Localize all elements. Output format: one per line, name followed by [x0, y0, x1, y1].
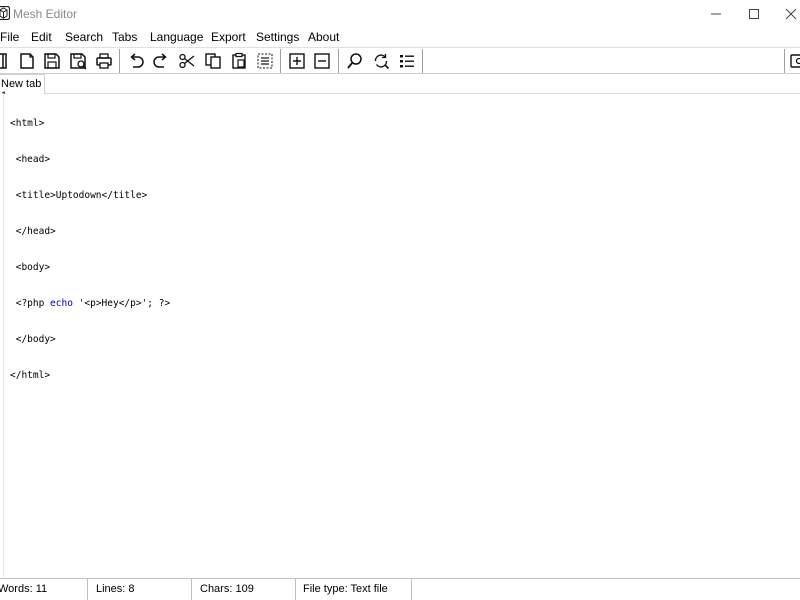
replace-button[interactable]: [370, 51, 392, 71]
save-as-button[interactable]: [67, 51, 89, 71]
menu-export[interactable]: Export: [211, 30, 246, 44]
maximize-icon: [749, 8, 759, 19]
cut-icon: [179, 53, 195, 69]
copy-icon: [205, 53, 221, 69]
window-title: Mesh Editor: [13, 7, 78, 21]
print-icon: [96, 53, 112, 69]
status-filetype: File type: Text file: [296, 579, 412, 600]
copy-button[interactable]: [202, 51, 224, 71]
code-line: </body>: [10, 334, 56, 345]
paste-icon: [232, 52, 246, 69]
minimize-icon: [711, 13, 721, 14]
settings-button[interactable]: [787, 51, 800, 71]
select-all-icon: [257, 53, 273, 69]
new-file-icon: [20, 53, 34, 69]
select-all-button[interactable]: [254, 51, 276, 71]
keyword-token: echo: [50, 298, 73, 309]
status-words: Words: 11: [0, 579, 88, 600]
redo-button[interactable]: [150, 51, 172, 71]
open-icon: [0, 53, 7, 69]
list-button[interactable]: [396, 51, 418, 71]
find-icon: [347, 53, 362, 69]
save-icon: [44, 53, 60, 69]
new-file-button[interactable]: [16, 51, 38, 71]
code-line: <head>: [10, 154, 51, 165]
app-logo-icon: [0, 6, 10, 20]
code-line: <title>Uptodown</title>: [10, 190, 148, 201]
code-line: </html>: [10, 370, 51, 381]
menu-about[interactable]: About: [308, 30, 339, 44]
close-icon: [785, 8, 797, 19]
find-button[interactable]: [344, 51, 366, 71]
status-chars: Chars: 109: [192, 579, 296, 600]
paste-button[interactable]: [228, 51, 250, 71]
status-lines: Lines: 8: [88, 579, 192, 600]
zoom-in-button[interactable]: [286, 51, 308, 71]
save-button[interactable]: [41, 51, 63, 71]
replace-icon: [374, 54, 390, 70]
undo-button[interactable]: [125, 51, 147, 71]
menu-tabs[interactable]: Tabs: [112, 30, 137, 44]
tab-strip: New tab 1: [0, 74, 800, 102]
print-button[interactable]: [93, 51, 115, 71]
redo-icon: [153, 53, 167, 68]
tab-new-tab-1[interactable]: New tab 1: [0, 74, 45, 102]
toolbar: [0, 47, 800, 74]
editor-area[interactable]: <html> <head> <title>Uptodown</title> </…: [0, 94, 800, 578]
code-text[interactable]: <html> <head> <title>Uptodown</title> </…: [10, 94, 170, 406]
menu-bar: File Edit Search Tabs Language Export Se…: [0, 27, 800, 46]
menu-language[interactable]: Language: [150, 30, 203, 44]
settings-icon: [790, 54, 800, 68]
code-line-php: <?php echo '<p>Hey</p>'; ?>: [10, 298, 171, 309]
code-line: <body>: [10, 262, 51, 273]
editor-gutter: [0, 94, 4, 578]
zoom-in-icon: [289, 53, 305, 69]
list-icon: [400, 55, 414, 68]
undo-icon: [130, 53, 144, 68]
menu-search[interactable]: Search: [65, 30, 103, 44]
zoom-out-icon: [314, 53, 330, 69]
title-bar: Mesh Editor: [0, 0, 800, 27]
menu-file[interactable]: File: [0, 30, 19, 44]
close-button[interactable]: [768, 0, 800, 27]
menu-edit[interactable]: Edit: [31, 30, 52, 44]
code-line: </head>: [10, 226, 56, 237]
code-line: <html>: [10, 118, 45, 129]
save-as-icon: [70, 53, 87, 70]
open-button[interactable]: [0, 51, 11, 71]
zoom-out-button[interactable]: [311, 51, 333, 71]
menu-settings[interactable]: Settings: [256, 30, 299, 44]
cut-button[interactable]: [176, 51, 198, 71]
status-bar: Words: 11 Lines: 8 Chars: 109 File type:…: [0, 578, 800, 600]
